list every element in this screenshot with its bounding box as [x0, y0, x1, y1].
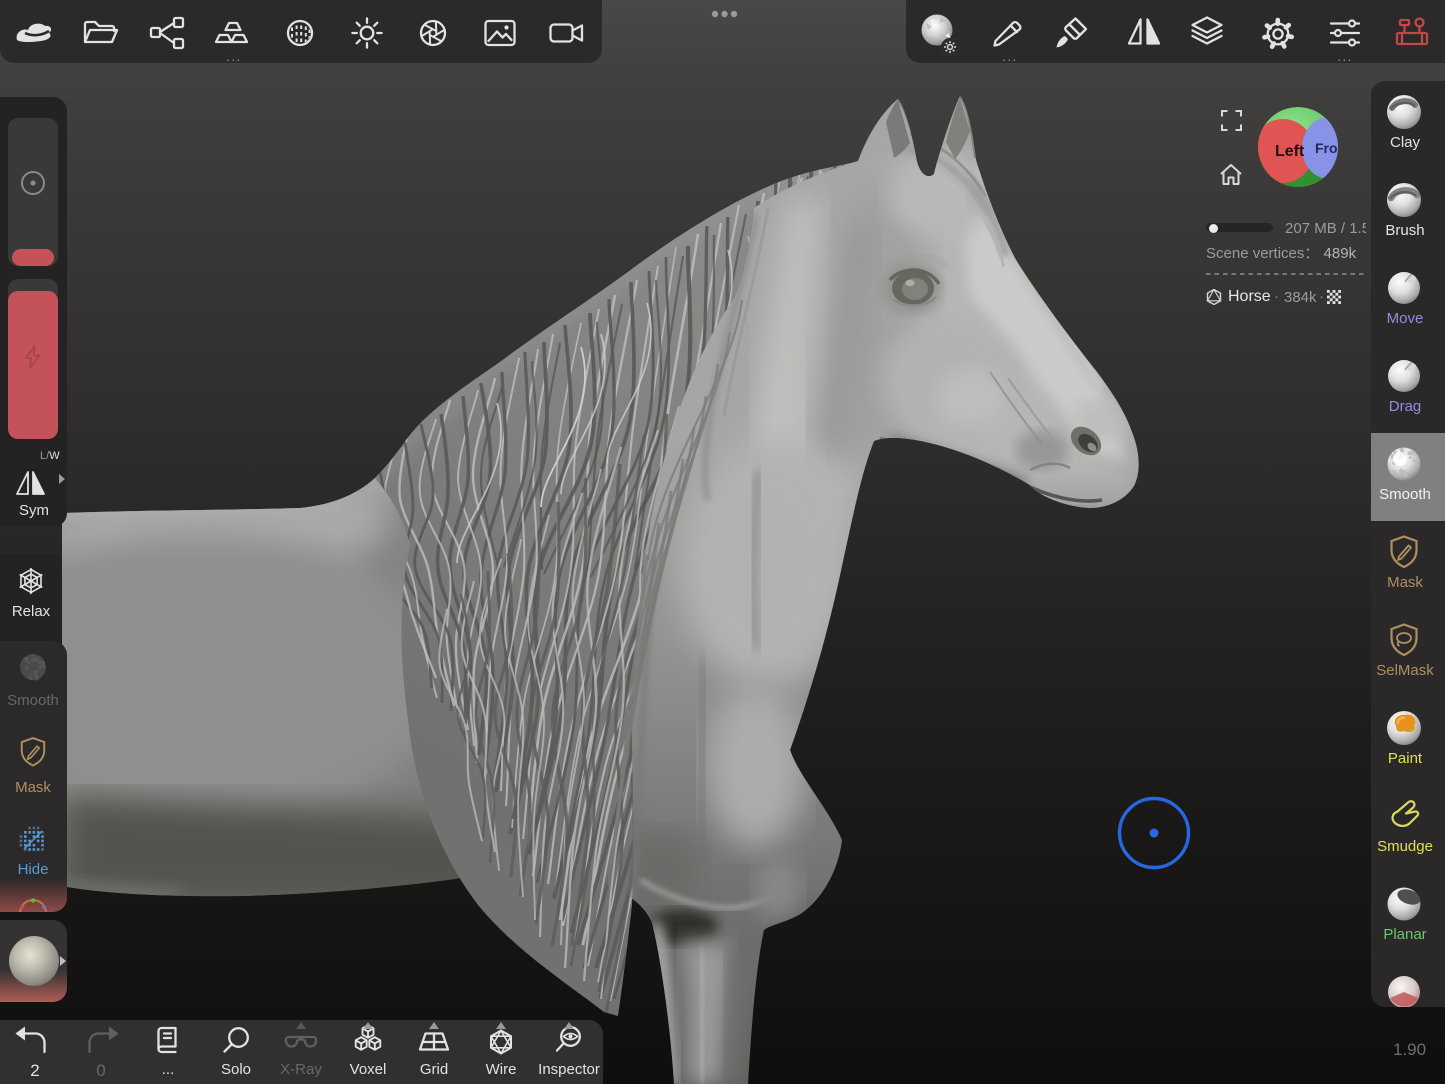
svg-text:Fron: Fron: [1315, 140, 1338, 156]
svg-text:Left: Left: [1275, 143, 1305, 160]
